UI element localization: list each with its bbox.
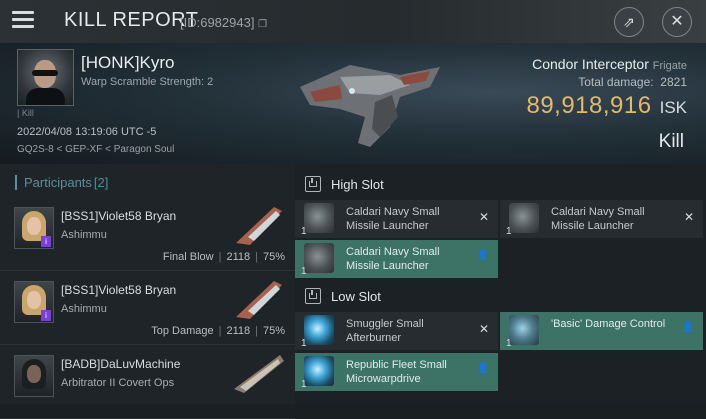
- afterburner-icon: [304, 315, 334, 345]
- isk-value: 89,918,916: [526, 92, 652, 119]
- participant-stats: Top Damage | 2118 | 75%: [151, 325, 285, 337]
- victim-name[interactable]: [HONK]Kyro: [81, 53, 175, 73]
- participant-avatar[interactable]: [14, 355, 54, 397]
- fitting-panel: High Slot 1 Caldari Navy Small Missile L…: [295, 164, 706, 404]
- total-damage: Total damage: 2821: [578, 75, 687, 89]
- report-id-text: [ID:6982943]: [180, 15, 255, 30]
- high-slot-header: High Slot: [305, 176, 384, 192]
- alliance-badge-icon: i: [41, 310, 51, 321]
- module-item[interactable]: 1 Caldari Navy Small Missile Launcher ✕: [295, 200, 498, 238]
- ship-class: Frigate: [652, 60, 687, 72]
- participant-ship-image[interactable]: [230, 277, 286, 321]
- kill-location[interactable]: GQ2S-8 < GEP-XF < Paragon Soul: [17, 144, 174, 155]
- low-slot-icon: [305, 288, 321, 304]
- total-damage-value: 2821: [660, 75, 687, 89]
- module-quantity: 1: [301, 338, 307, 349]
- report-id[interactable]: [ID:6982943] ❐: [180, 15, 267, 30]
- page-title: KILL REPORT: [64, 9, 199, 31]
- hamburger-menu-icon[interactable]: [12, 11, 34, 29]
- participant-ship-image[interactable]: [230, 203, 286, 247]
- participant-name[interactable]: [BSS1]Violet58 Bryan: [61, 283, 176, 297]
- destroyed-icon: ✕: [478, 322, 489, 336]
- participant-row[interactable]: i [BSS1]Violet58 Bryan Ashimmu Final Blo…: [0, 197, 295, 271]
- microwarpdrive-icon: [304, 356, 334, 386]
- participant-ship: Arbitrator II Covert Ops: [61, 377, 175, 389]
- module-item[interactable]: 1 Republic Fleet Small Microwarpdrive 👤: [295, 353, 498, 391]
- participant-ship-image[interactable]: [230, 351, 286, 395]
- kill-report-header: KILL REPORT [ID:6982943] ❐ ⇗ ✕: [0, 0, 706, 44]
- participants-panel: Participants [2] i [BSS1]Violet58 Bryan A…: [0, 164, 295, 419]
- participant-name[interactable]: [BADB]DaLuvMachine: [61, 357, 180, 371]
- module-name: Caldari Navy Small Missile Launcher: [346, 246, 440, 272]
- dropped-person-icon: 👤: [681, 322, 694, 333]
- low-slot-header: Low Slot: [305, 288, 381, 304]
- module-quantity: 1: [506, 338, 512, 349]
- module-name: Republic Fleet Small Microwarpdrive: [346, 359, 447, 385]
- module-name: 'Basic' Damage Control: [551, 318, 666, 330]
- module-item[interactable]: 1 Smuggler Small Afterburner ✕: [295, 312, 498, 350]
- module-name: Caldari Navy Small Missile Launcher: [551, 206, 645, 232]
- damage-control-icon: [509, 315, 539, 345]
- victim-ship-name[interactable]: Condor Interceptor Frigate: [532, 56, 687, 72]
- victim-avatar[interactable]: [17, 49, 74, 106]
- copy-icon[interactable]: ❐: [258, 19, 267, 30]
- kill-result-label: Kill: [658, 131, 684, 152]
- alliance-badge-icon: i: [41, 236, 51, 247]
- share-icon: ⇗: [623, 14, 635, 30]
- dropped-person-icon: 👤: [476, 250, 489, 261]
- close-button[interactable]: ✕: [662, 7, 692, 37]
- module-name: Smuggler Small Afterburner: [346, 318, 424, 344]
- dropped-person-icon: 👤: [476, 363, 489, 374]
- warp-scramble-strength: Warp Scramble Strength: 2: [81, 76, 214, 88]
- module-item[interactable]: 1 Caldari Navy Small Missile Launcher 👤: [295, 240, 498, 278]
- participant-ship: Ashimmu: [61, 303, 107, 315]
- victim-panel: [HONK]Kyro Warp Scramble Strength: 2 | K…: [0, 43, 706, 164]
- isk-value-row: 89,918,916 ISK: [526, 92, 687, 120]
- participant-name[interactable]: [BSS1]Violet58 Bryan: [61, 209, 176, 223]
- participant-stats: Final Blow | 2118 | 75%: [162, 251, 285, 263]
- close-icon: ✕: [670, 13, 684, 30]
- participant-row[interactable]: [BADB]DaLuvMachine Arbitrator II Covert …: [0, 345, 295, 419]
- missile-launcher-icon: [509, 203, 539, 233]
- participants-header[interactable]: Participants [2]: [15, 175, 108, 190]
- missile-launcher-icon: [304, 243, 334, 273]
- high-slot-icon: [305, 176, 321, 192]
- module-item[interactable]: 1 Caldari Navy Small Missile Launcher ✕: [500, 200, 703, 238]
- module-item[interactable]: 1 'Basic' Damage Control 👤: [500, 312, 703, 350]
- participant-ship: Ashimmu: [61, 229, 107, 241]
- victim-ship-image[interactable]: [280, 47, 460, 159]
- destroyed-icon: ✕: [478, 210, 489, 224]
- module-quantity: 1: [301, 379, 307, 390]
- share-button[interactable]: ⇗: [614, 7, 644, 37]
- victim-sub-label: | Kill: [17, 108, 34, 118]
- module-name: Caldari Navy Small Missile Launcher: [346, 206, 440, 232]
- participant-row[interactable]: i [BSS1]Violet58 Bryan Ashimmu Top Damag…: [0, 271, 295, 345]
- kill-datetime: 2022/04/08 13:19:06 UTC -5: [17, 126, 157, 138]
- missile-launcher-icon: [304, 203, 334, 233]
- module-quantity: 1: [301, 226, 307, 237]
- destroyed-icon: ✕: [683, 210, 694, 224]
- module-quantity: 1: [301, 266, 307, 277]
- module-quantity: 1: [506, 226, 512, 237]
- isk-unit: ISK: [659, 98, 687, 117]
- participants-count: [2]: [93, 175, 109, 190]
